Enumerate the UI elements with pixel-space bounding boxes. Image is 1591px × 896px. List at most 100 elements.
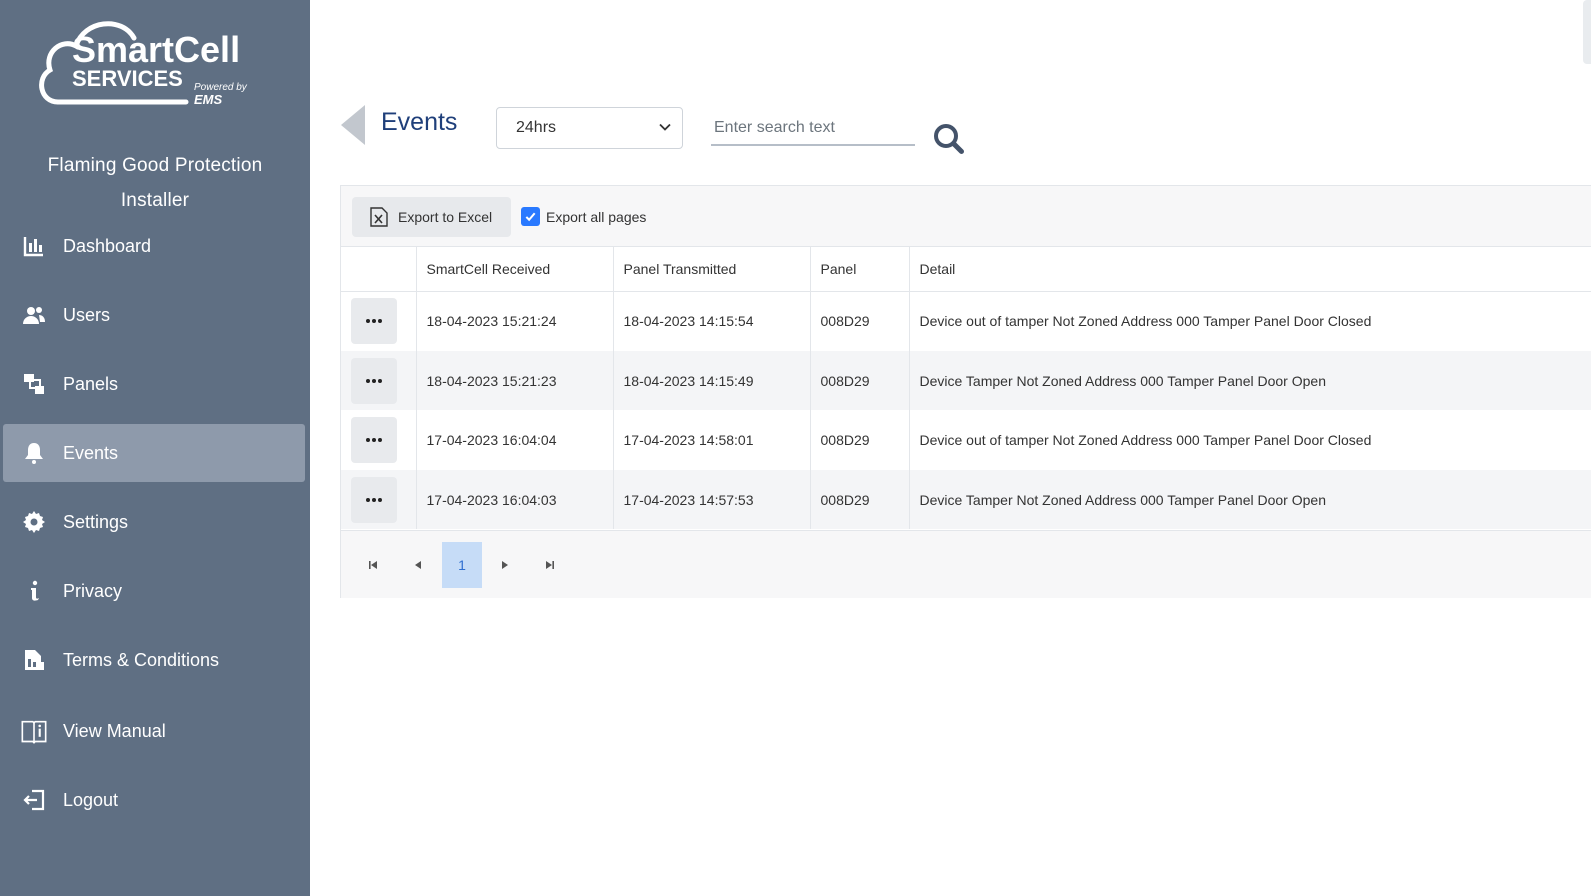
transmitted-cell: 18-04-2023 14:15:49 bbox=[613, 351, 811, 410]
sidebar-item-label: Settings bbox=[63, 511, 129, 532]
sidebar-item-dashboard[interactable]: Dashboard bbox=[3, 217, 305, 275]
pagination: 1 bbox=[341, 530, 1591, 598]
time-range-value: 24hrs bbox=[516, 119, 557, 136]
export-excel-label: Export to Excel bbox=[398, 209, 493, 225]
last-page-button[interactable] bbox=[530, 542, 570, 588]
info-icon bbox=[3, 579, 63, 603]
table-row: 18-04-2023 15:21:24 18-04-2023 14:15:54 … bbox=[341, 291, 1591, 351]
transmitted-cell: 17-04-2023 14:57:53 bbox=[613, 470, 811, 529]
svg-text:SmartCell: SmartCell bbox=[72, 29, 240, 70]
sidebar: SmartCell SERVICES Powered by EMS Flamin… bbox=[0, 0, 310, 896]
panels-icon bbox=[3, 372, 63, 396]
panel-cell: 008D29 bbox=[810, 410, 910, 470]
search-field bbox=[711, 112, 915, 146]
column-header-smartcell-received[interactable]: SmartCell Received bbox=[416, 247, 614, 292]
actions-cell bbox=[341, 410, 417, 470]
checkmark-icon bbox=[525, 212, 536, 222]
events-grid: Export to Excel Export all pages SmartCe… bbox=[340, 185, 1591, 598]
search-icon[interactable] bbox=[932, 122, 966, 156]
svg-text:SERVICES: SERVICES bbox=[72, 66, 183, 91]
chevron-down-icon bbox=[659, 123, 671, 131]
column-header-panel[interactable]: Panel bbox=[810, 247, 910, 292]
gear-icon bbox=[3, 510, 63, 534]
back-arrow-icon[interactable] bbox=[341, 105, 365, 145]
sidebar-item-label: Events bbox=[63, 442, 119, 463]
panel-cell: 008D29 bbox=[810, 351, 910, 410]
company-name: Flaming Good Protection Installer bbox=[0, 148, 310, 218]
ellipsis-icon bbox=[366, 378, 382, 383]
export-all-checkbox[interactable] bbox=[521, 207, 540, 226]
last-page-icon bbox=[546, 561, 554, 569]
more-options-button[interactable] bbox=[351, 357, 397, 404]
received-cell: 17-04-2023 16:04:03 bbox=[416, 470, 614, 529]
detail-cell: Device Tamper Not Zoned Address 000 Tamp… bbox=[909, 470, 1591, 529]
prev-page-icon bbox=[415, 561, 421, 569]
table-row: 17-04-2023 16:04:03 17-04-2023 14:57:53 … bbox=[341, 470, 1591, 529]
sidebar-item-label: Terms & Conditions bbox=[63, 649, 220, 670]
sidebar-item-label: Users bbox=[63, 304, 111, 325]
ellipsis-icon bbox=[366, 497, 382, 502]
panel-cell: 008D29 bbox=[810, 470, 910, 529]
actions-cell bbox=[341, 291, 417, 351]
sidebar-item-settings[interactable]: Settings bbox=[3, 493, 305, 551]
column-header-detail[interactable]: Detail bbox=[909, 247, 1591, 292]
sidebar-item-label: Logout bbox=[63, 789, 119, 810]
users-icon bbox=[3, 303, 63, 327]
column-header-panel-transmitted[interactable]: Panel Transmitted bbox=[613, 247, 811, 292]
table-header-row: SmartCell Received Panel Transmitted Pan… bbox=[341, 247, 1591, 292]
app-root: SmartCell SERVICES Powered by EMS Flamin… bbox=[0, 0, 1591, 896]
ellipsis-icon bbox=[366, 438, 382, 442]
actions-cell bbox=[341, 470, 417, 529]
export-all-label: Export all pages bbox=[546, 208, 647, 225]
events-table: SmartCell Received Panel Transmitted Pan… bbox=[341, 247, 1591, 529]
smartcell-logo: SmartCell SERVICES Powered by EMS bbox=[39, 21, 248, 107]
next-page-button[interactable] bbox=[485, 542, 525, 588]
svg-text:EMS: EMS bbox=[194, 92, 223, 107]
next-page-icon bbox=[502, 561, 508, 569]
detail-cell: Device Tamper Not Zoned Address 000 Tamp… bbox=[909, 351, 1591, 410]
transmitted-cell: 18-04-2023 14:15:54 bbox=[613, 291, 811, 351]
sidebar-item-events[interactable]: Events bbox=[3, 424, 305, 482]
transmitted-cell: 17-04-2023 14:58:01 bbox=[613, 410, 811, 470]
role-label: Installer bbox=[120, 190, 190, 211]
export-all-pages-toggle[interactable]: Export all pages bbox=[521, 207, 646, 226]
received-cell: 17-04-2023 16:04:04 bbox=[416, 410, 614, 470]
first-page-button[interactable] bbox=[353, 542, 393, 588]
logout-icon bbox=[3, 788, 63, 812]
more-options-button[interactable] bbox=[351, 298, 397, 345]
sidebar-item-label: Dashboard bbox=[63, 235, 152, 256]
table-row: 17-04-2023 16:04:04 17-04-2023 14:58:01 … bbox=[341, 410, 1591, 470]
bar-chart-icon bbox=[3, 234, 63, 258]
column-header-actions bbox=[341, 247, 417, 292]
export-excel-button[interactable]: Export to Excel bbox=[352, 197, 511, 237]
ellipsis-icon bbox=[366, 319, 382, 324]
sidebar-item-label: Panels bbox=[63, 373, 119, 394]
time-range-select[interactable]: 24hrs bbox=[496, 107, 683, 149]
first-page-icon bbox=[369, 561, 377, 569]
sidebar-item-users[interactable]: Users bbox=[3, 286, 305, 344]
scrollbar-tab[interactable] bbox=[1583, 0, 1591, 64]
more-options-button[interactable] bbox=[351, 476, 397, 523]
sidebar-item-logout[interactable]: Logout bbox=[3, 771, 305, 829]
page-1-button[interactable]: 1 bbox=[442, 542, 482, 588]
sidebar-item-label: View Manual bbox=[63, 720, 166, 741]
excel-file-icon bbox=[370, 207, 388, 227]
book-icon bbox=[3, 717, 63, 745]
prev-page-button[interactable] bbox=[398, 542, 438, 588]
more-options-button[interactable] bbox=[351, 417, 397, 463]
search-input[interactable] bbox=[711, 112, 915, 144]
table-row: 18-04-2023 15:21:23 18-04-2023 14:15:49 … bbox=[341, 351, 1591, 410]
company-label: Flaming Good Protection bbox=[47, 155, 263, 176]
sidebar-item-label: Privacy bbox=[63, 580, 123, 601]
received-cell: 18-04-2023 15:21:23 bbox=[416, 351, 614, 410]
sidebar-item-privacy[interactable]: Privacy bbox=[3, 562, 305, 620]
document-icon bbox=[3, 648, 63, 672]
sidebar-item-panels[interactable]: Panels bbox=[3, 355, 305, 413]
detail-cell: Device out of tamper Not Zoned Address 0… bbox=[909, 410, 1591, 470]
page-title: Events bbox=[381, 108, 458, 136]
panel-cell: 008D29 bbox=[810, 291, 910, 351]
received-cell: 18-04-2023 15:21:24 bbox=[416, 291, 614, 351]
detail-cell: Device out of tamper Not Zoned Address 0… bbox=[909, 291, 1591, 351]
sidebar-item-view-manual[interactable]: View Manual bbox=[3, 702, 305, 760]
sidebar-item-terms[interactable]: Terms & Conditions bbox=[3, 631, 305, 689]
